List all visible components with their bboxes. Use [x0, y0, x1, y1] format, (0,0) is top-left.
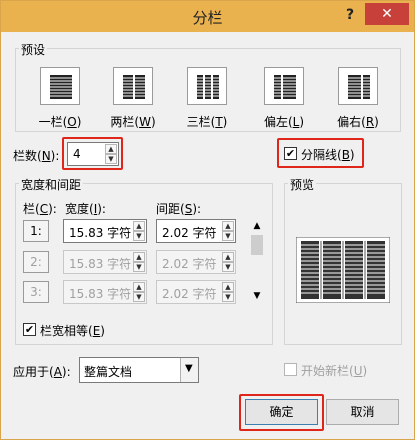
preset-right-label: 偏右(R)	[337, 115, 379, 129]
spacing-2-up-arrow: ▲	[222, 252, 234, 262]
chevron-down-icon: ▼	[185, 363, 193, 374]
col-header: 栏(C):	[23, 202, 57, 216]
width-3-down-arrow: ▼	[133, 292, 145, 302]
apply-to-label: 应用于(A):	[13, 365, 71, 379]
spacing-header: 间距(S):	[156, 202, 202, 216]
preset-two-columns-button[interactable]	[113, 67, 153, 105]
equal-width-label[interactable]: 栏宽相等(E)	[40, 322, 105, 339]
columns-dialog: 分栏 ? ✕ 预设 一栏(O) 两栏(W) 三栏(T) 偏左(L) 偏右(R) …	[0, 0, 415, 440]
apply-to-select[interactable]: 整篇文档 ▼	[79, 357, 199, 383]
highlight-num-columns	[62, 137, 123, 170]
width-3-up-arrow: ▲	[133, 282, 145, 292]
spacing-3-up-arrow: ▲	[222, 282, 234, 292]
width-header: 宽度(I):	[65, 202, 106, 216]
width-spinner-2: 15.83 字符 ▲ ▼	[63, 250, 147, 274]
scroll-thumb[interactable]	[251, 235, 263, 255]
preview-group-label: 预览	[288, 176, 317, 193]
scroll-up-icon[interactable]: ▲	[250, 219, 264, 233]
width-2-down-arrow: ▼	[133, 262, 145, 272]
apply-to-value: 整篇文档	[84, 365, 133, 379]
spacing-spinner-3: 2.02 字符 ▲ ▼	[156, 280, 236, 304]
preset-two-label: 两栏(W)	[110, 115, 156, 129]
spacing-1-down-arrow[interactable]: ▼	[222, 231, 234, 241]
one-column-icon	[50, 75, 72, 99]
preset-one-column-button[interactable]	[40, 67, 80, 105]
apply-to-dropdown-button[interactable]: ▼	[180, 358, 198, 382]
equal-width-checkbox[interactable]: ✔	[23, 323, 36, 336]
preset-one-label: 一栏(O)	[38, 115, 82, 129]
spacing-3-down-arrow: ▼	[222, 292, 234, 302]
width-2-up-arrow: ▲	[133, 252, 145, 262]
preset-left-button[interactable]	[264, 67, 304, 105]
spacing-spinner-2: 2.02 字符 ▲ ▼	[156, 250, 236, 274]
columns-scrollbar[interactable]: ▲ ▼	[250, 219, 264, 305]
spacing-2-down-arrow: ▼	[222, 262, 234, 272]
column-number-2: 2:	[23, 251, 49, 273]
cancel-button[interactable]: 取消	[326, 399, 399, 425]
preset-three-label: 三栏(T)	[186, 115, 228, 129]
new-column-label: 开始新栏(U)	[301, 364, 368, 378]
preset-left-label: 偏左(L)	[263, 115, 305, 129]
scroll-down-icon[interactable]: ▼	[250, 289, 264, 303]
left-column-icon	[274, 75, 296, 99]
three-columns-icon	[197, 75, 219, 99]
title-bar[interactable]: 分栏 ? ✕	[1, 1, 414, 32]
width-spinner-1[interactable]: 15.83 字符 ▲ ▼	[63, 219, 147, 243]
column-number-3: 3:	[23, 281, 49, 303]
width-spinner-3: 15.83 字符 ▲ ▼	[63, 280, 147, 304]
highlight-ok	[239, 394, 324, 431]
width-1-down-arrow[interactable]: ▼	[133, 231, 145, 241]
right-column-icon	[348, 75, 370, 99]
preset-right-button[interactable]	[338, 67, 378, 105]
two-columns-icon	[123, 75, 145, 99]
width-1-up-arrow[interactable]: ▲	[133, 221, 145, 231]
width-spacing-group-label: 宽度和间距	[19, 176, 84, 193]
num-columns-label: 栏数(N):	[13, 149, 60, 163]
close-button[interactable]: ✕	[365, 3, 409, 25]
spacing-spinner-1[interactable]: 2.02 字符 ▲ ▼	[156, 219, 236, 243]
new-column-checkbox	[284, 363, 297, 376]
help-button[interactable]: ?	[341, 5, 359, 25]
presets-group-label: 预设	[19, 41, 48, 58]
preview-page	[296, 237, 390, 303]
spacing-1-up-arrow[interactable]: ▲	[222, 221, 234, 231]
highlight-divider	[277, 138, 364, 168]
column-number-1: 1:	[23, 220, 49, 242]
preset-three-columns-button[interactable]	[187, 67, 227, 105]
